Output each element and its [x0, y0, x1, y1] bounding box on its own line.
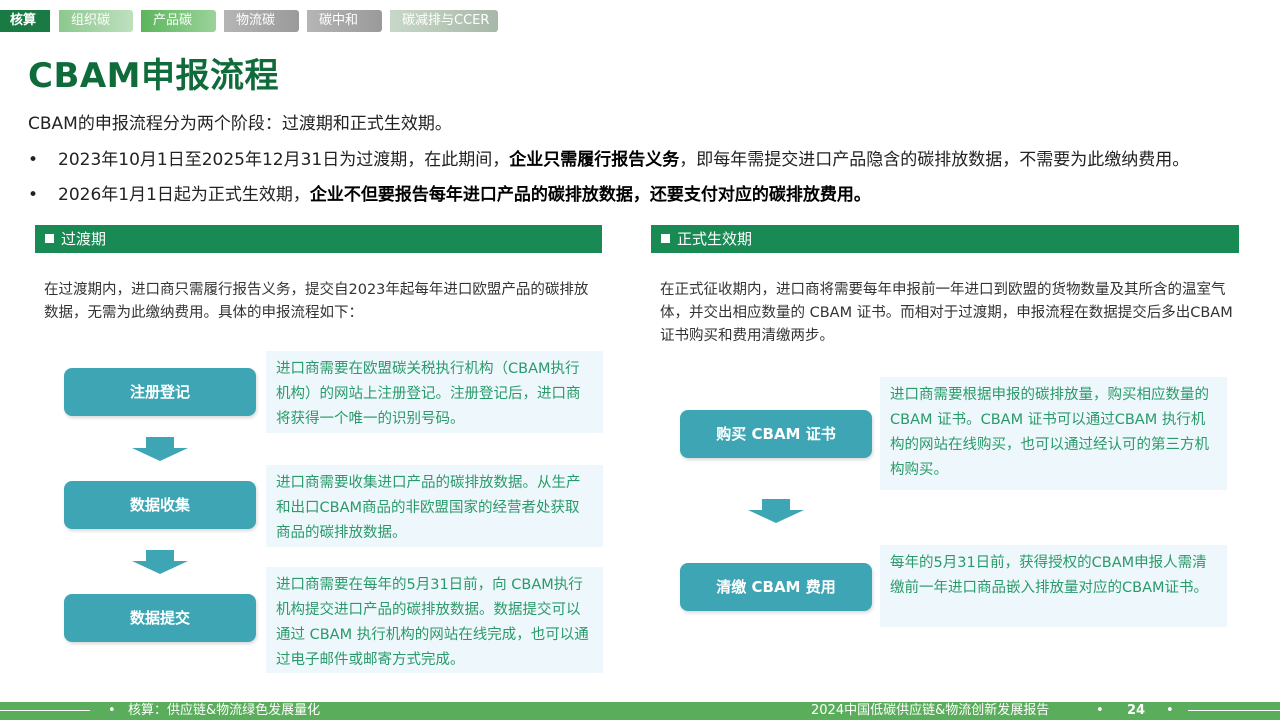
tab-carbon-neutral[interactable]: 碳中和: [307, 10, 382, 32]
bullet-effective: • 2026年1月1日起为正式生效期，企业不但要报告每年进口产品的碳排放数据，还要…: [28, 180, 871, 205]
intro-text: CBAM的申报流程分为两个阶段：过渡期和正式生效期。: [28, 114, 452, 134]
footer-right-text: 2024中国低碳供应链&物流创新发展报告: [811, 703, 1050, 718]
footer-dot: •: [1096, 703, 1104, 718]
footer-dot: •: [108, 703, 116, 718]
square-icon: [45, 234, 54, 243]
bullet-dot: •: [28, 150, 39, 170]
footer-left-text: 核算：供应链&物流绿色发展量化: [128, 703, 321, 718]
bullet-text: ，即每年需提交进口产品隐含的碳排放数据，不需要为此缴纳费用。: [679, 150, 1190, 170]
footer-line: [1188, 710, 1280, 711]
bullet-dot: •: [28, 185, 39, 205]
bullet-text: 2023年10月1日至2025年12月31日为过渡期，在此期间，: [58, 150, 510, 170]
step-buy-certificate: 购买 CBAM 证书: [680, 410, 872, 458]
bullet-bold-text: 企业只需履行报告义务: [509, 150, 680, 170]
section-header-effective: 正式生效期: [651, 225, 1239, 253]
section-header-label: 正式生效期: [677, 230, 753, 248]
bullet-text: 2026年1月1日起为正式生效期，: [58, 185, 310, 205]
down-arrow-icon: [132, 550, 188, 574]
step-settle-fee: 清缴 CBAM 费用: [680, 563, 872, 611]
page-number: 24: [1127, 703, 1146, 718]
down-arrow-icon: [132, 437, 188, 461]
footer-bar: • 核算：供应链&物流绿色发展量化 2024中国低碳供应链&物流创新发展报告 •…: [0, 702, 1280, 720]
step-data-collection: 数据收集: [64, 481, 256, 529]
bullet-bold-text: 企业不但要报告每年进口产品的碳排放数据，还要支付对应的碳排放费用。: [309, 185, 871, 205]
square-icon: [661, 234, 670, 243]
step-data-collection-desc: 进口商需要收集进口产品的碳排放数据。从生产和出口CBAM商品的非欧盟国家的经营者…: [266, 465, 603, 547]
transition-description: 在过渡期内，进口商只需履行报告义务，提交自2023年起每年进口欧盟产品的碳排放数…: [44, 282, 589, 321]
tab-organization-carbon[interactable]: 组织碳: [59, 10, 133, 32]
step-data-submission: 数据提交: [64, 594, 256, 642]
footer-line: [0, 710, 90, 711]
tab-logistics-carbon[interactable]: 物流碳: [224, 10, 299, 32]
footer-dot: •: [1166, 703, 1174, 718]
bullet-transition: • 2023年10月1日至2025年12月31日为过渡期，在此期间，企业只需履行报…: [28, 145, 1189, 170]
step-data-submission-desc: 进口商需要在每年的5月31日前，向 CBAM执行机构提交进口产品的碳排放数据。数…: [266, 567, 603, 673]
page-title: CBAM申报流程: [28, 56, 280, 96]
step-buy-certificate-desc: 进口商需要根据申报的碳排放量，购买相应数量的 CBAM 证书。CBAM 证书可以…: [880, 377, 1227, 490]
step-register-desc: 进口商需要在欧盟碳关税执行机构（CBAM执行机构）的网站上注册登记。注册登记后，…: [266, 351, 603, 433]
tab-ccer[interactable]: 碳减排与CCER: [390, 10, 498, 32]
step-settle-fee-desc: 每年的5月31日前，获得授权的CBAM申报人需清缴前一年进口商品嵌入排放量对应的…: [880, 545, 1227, 627]
section-header-label: 过渡期: [61, 230, 107, 248]
down-arrow-icon: [748, 499, 804, 523]
step-register: 注册登记: [64, 368, 256, 416]
tab-product-carbon[interactable]: 产品碳: [141, 10, 216, 32]
tab-accounting[interactable]: 核算: [0, 10, 50, 32]
section-header-transition: 过渡期: [35, 225, 602, 253]
effective-description: 在正式征收期内，进口商将需要每年申报前一年进口到欧盟的货物数量及其所含的温室气体…: [660, 282, 1233, 344]
